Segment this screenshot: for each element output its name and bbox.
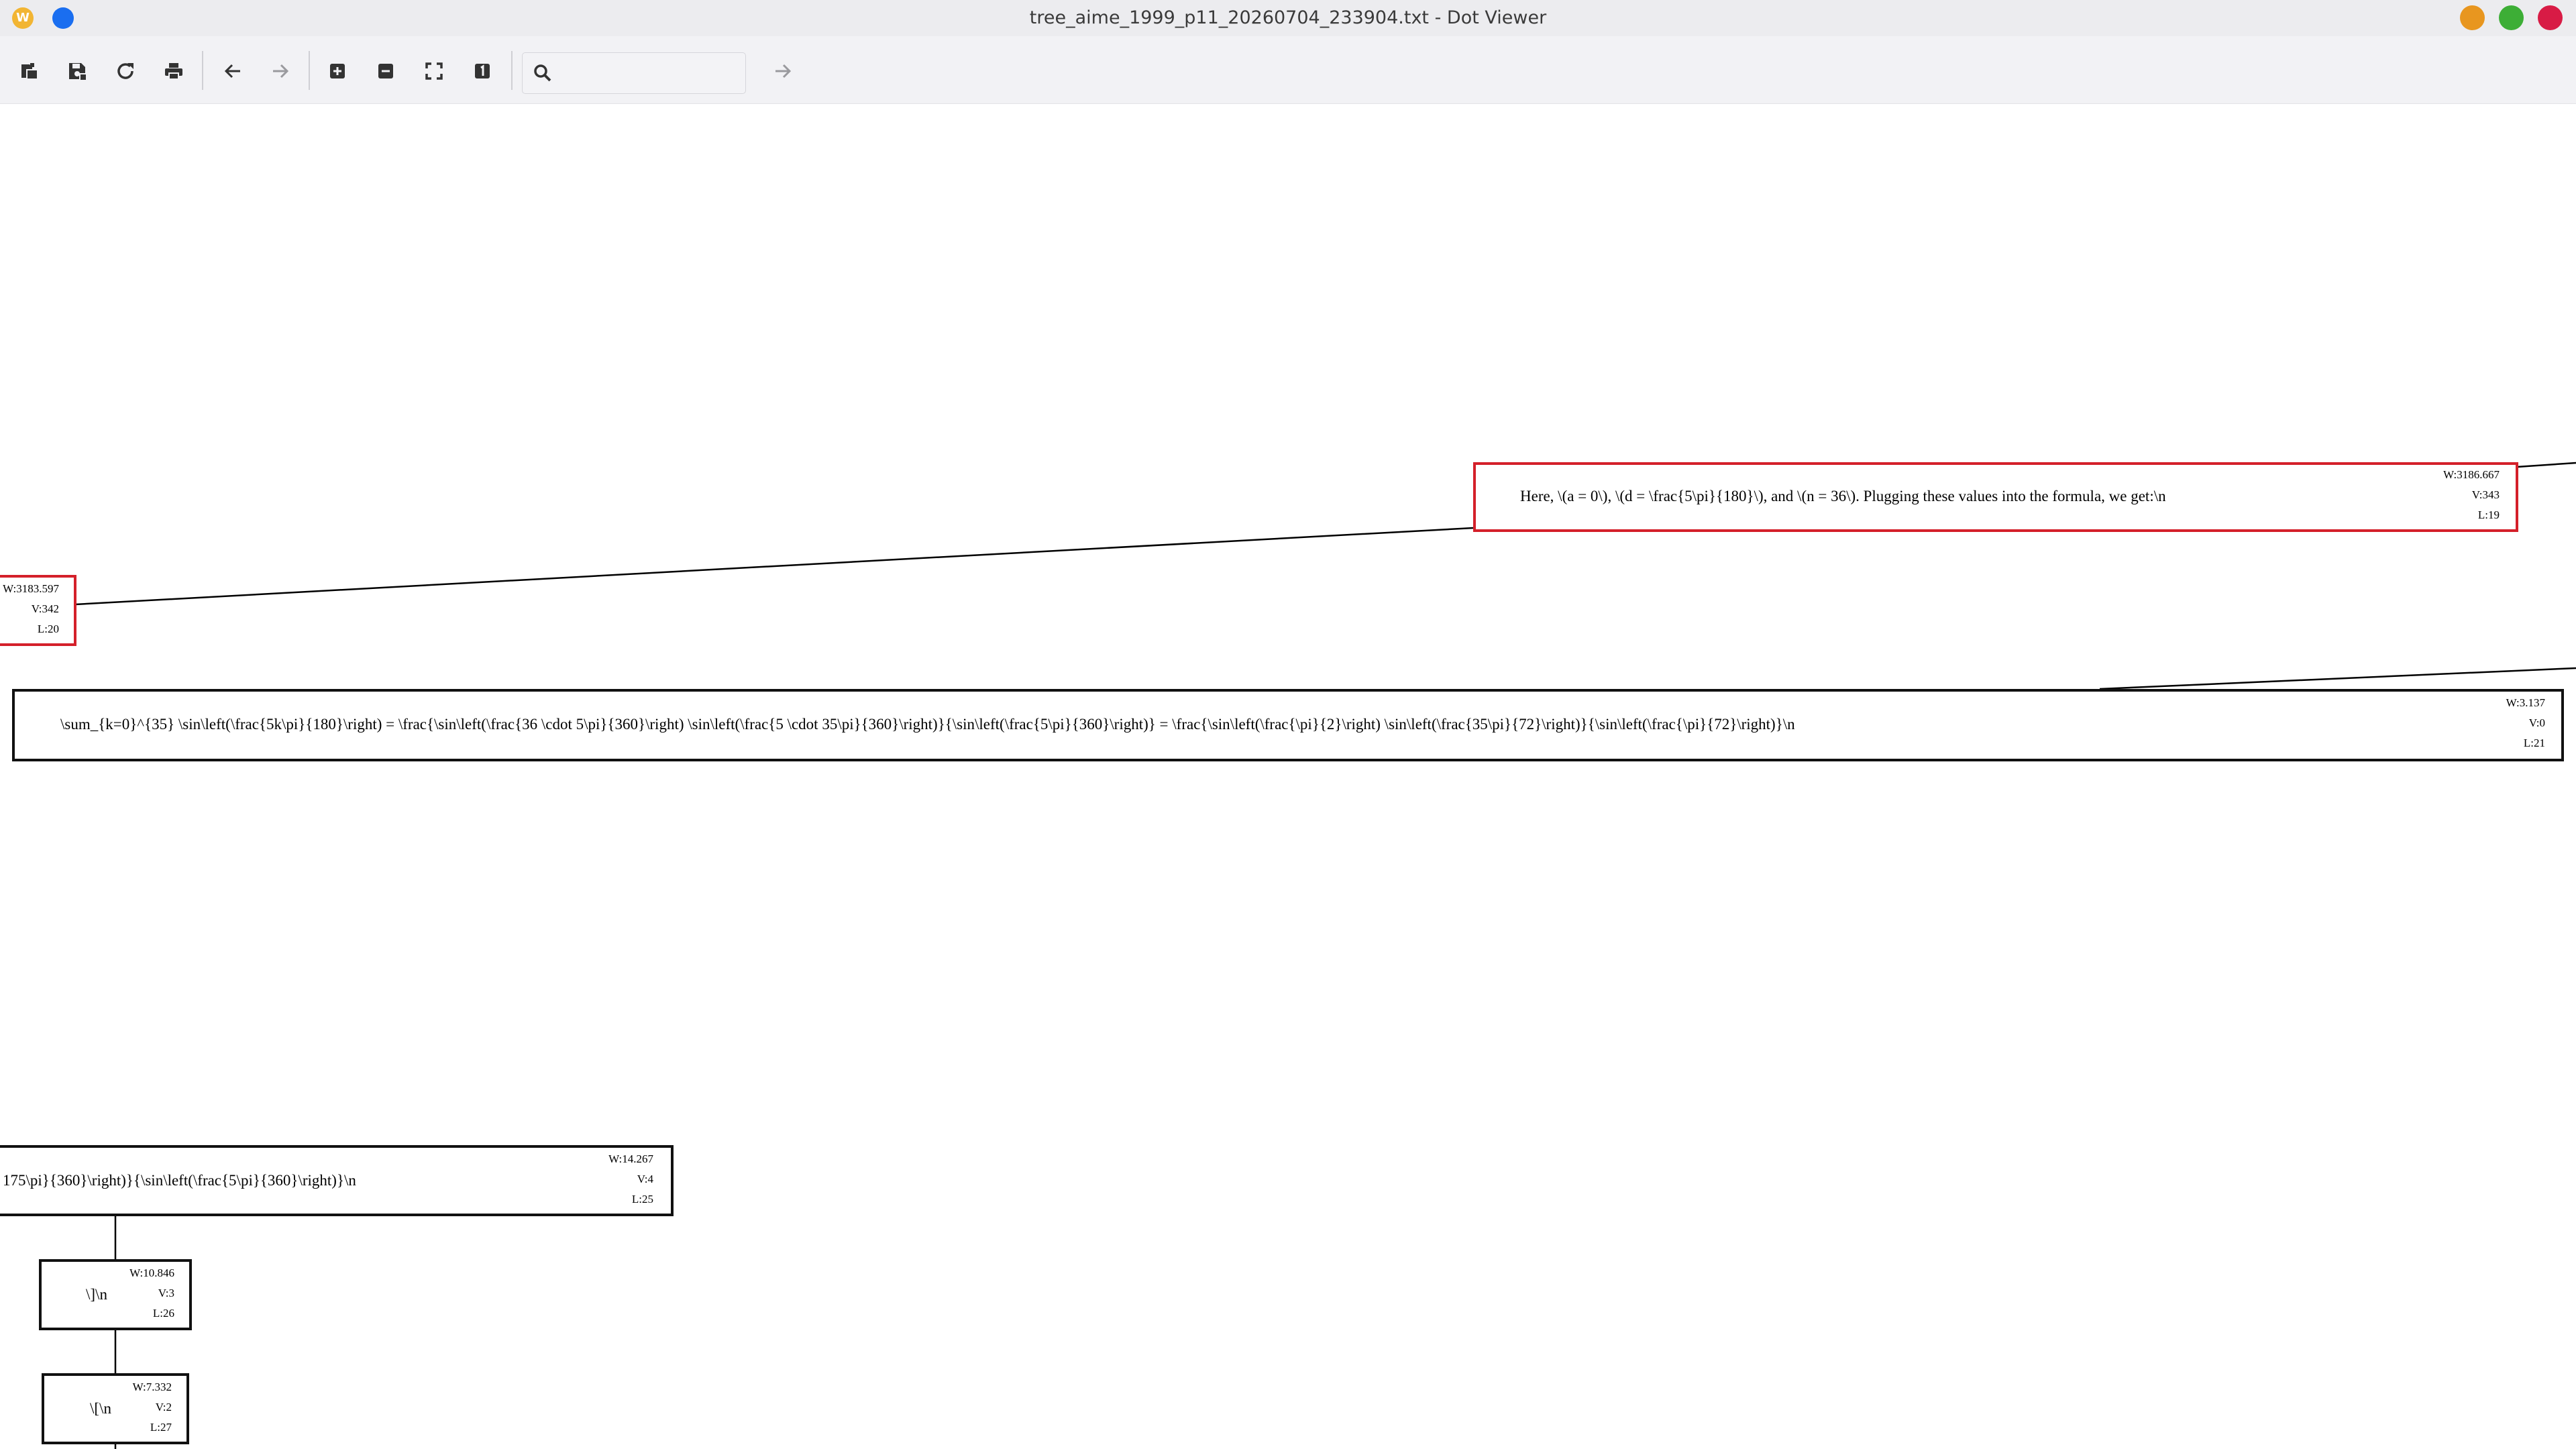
- graph-edge: [2099, 667, 2576, 690]
- node-weight: W:7.332: [132, 1381, 172, 1393]
- open-file-icon: [21, 63, 38, 80]
- graph-node[interactable]: W:3183.597 V:342 L:20: [0, 575, 76, 646]
- zoom-out-button[interactable]: [370, 56, 401, 87]
- print-icon: [165, 63, 182, 80]
- arrow-left-icon: [224, 64, 240, 78]
- node-level: L:25: [631, 1193, 653, 1205]
- node-level: L:26: [152, 1307, 174, 1320]
- node-visits: V:3: [158, 1287, 174, 1299]
- node-label: 175\pi}{360}\right)}{\sin\left(\frac{5\p…: [3, 1172, 356, 1189]
- app-logo-icon[interactable]: W: [12, 7, 34, 29]
- node-visits: V:343: [2471, 488, 2500, 501]
- graph-node[interactable]: 175\pi}{360}\right)}{\sin\left(\frac{5\p…: [0, 1145, 674, 1216]
- node-metrics: W:3183.597 V:342 L:20: [3, 579, 59, 639]
- toolbar-separator: [202, 51, 203, 90]
- arrow-right-icon: [775, 64, 792, 78]
- node-label: \[\n: [90, 1400, 111, 1417]
- find-next-button[interactable]: [767, 56, 798, 87]
- print-button[interactable]: [158, 56, 189, 87]
- toolbar-separator: [309, 51, 310, 90]
- node-weight: W:10.846: [129, 1267, 174, 1279]
- node-label: \]\n: [86, 1286, 107, 1303]
- zoom-in-button[interactable]: [322, 56, 353, 87]
- arrow-right-icon: [273, 64, 289, 78]
- graph-node[interactable]: \sum_{k=0}^{35} \sin\left(\frac{5k\pi}{1…: [12, 689, 2564, 761]
- node-metrics: W:3.137 V:0 L:21: [2506, 693, 2545, 753]
- actual-size-icon: [475, 64, 490, 78]
- graph-node[interactable]: \[\n W:7.332 V:2 L:27: [42, 1373, 189, 1444]
- toolbar: [0, 36, 2576, 104]
- zoom-fit-button[interactable]: [419, 56, 449, 87]
- graph-edge: [2516, 462, 2576, 468]
- node-visits: V:342: [31, 602, 59, 615]
- node-level: L:20: [37, 623, 59, 635]
- zoom-out-icon: [378, 64, 393, 78]
- node-level: L:19: [2477, 508, 2500, 521]
- search-field[interactable]: [522, 52, 746, 94]
- fit-to-window-icon: [425, 62, 443, 80]
- graph-canvas[interactable]: Here, \(a = 0\), \(d = \frac{5\pi}{180}\…: [0, 104, 2576, 1449]
- minimize-button[interactable]: [2460, 5, 2485, 30]
- search-icon: [534, 64, 551, 82]
- graph-node[interactable]: Here, \(a = 0\), \(d = \frac{5\pi}{180}\…: [1473, 462, 2518, 532]
- reload-icon: [117, 63, 133, 79]
- node-visits: V:2: [155, 1401, 172, 1413]
- back-button[interactable]: [217, 56, 248, 87]
- title-bar: tree_aime_1999_p11_20260704_233904.txt -…: [0, 0, 2576, 36]
- close-button[interactable]: [2538, 5, 2563, 30]
- forward-button[interactable]: [265, 56, 296, 87]
- node-metrics: W:3186.667 V:343 L:19: [2443, 465, 2500, 525]
- node-weight: W:3186.667: [2443, 468, 2500, 481]
- node-level: L:21: [2523, 737, 2545, 749]
- node-weight: W:3.137: [2506, 696, 2545, 709]
- app-menu-icon[interactable]: [52, 7, 74, 29]
- node-weight: W:3183.597: [3, 582, 59, 595]
- node-label: \sum_{k=0}^{35} \sin\left(\frac{5k\pi}{1…: [60, 716, 1795, 733]
- node-metrics: W:14.267 V:4 L:25: [608, 1149, 653, 1210]
- save-button[interactable]: [62, 56, 93, 87]
- save-icon: [69, 63, 87, 81]
- window-title: tree_aime_1999_p11_20260704_233904.txt -…: [1029, 7, 1547, 28]
- graph-node[interactable]: \]\n W:10.846 V:3 L:26: [39, 1259, 192, 1330]
- search-input[interactable]: [561, 58, 739, 88]
- zoom-in-icon: [330, 64, 345, 78]
- zoom-100-button[interactable]: [467, 56, 498, 87]
- node-visits: V:0: [2528, 716, 2545, 729]
- toolbar-separator: [511, 51, 513, 90]
- node-label: Here, \(a = 0\), \(d = \frac{5\pi}{180}\…: [1520, 488, 2166, 504]
- node-metrics: W:10.846 V:3 L:26: [129, 1263, 174, 1324]
- graph-edge: [74, 527, 1474, 606]
- reload-button[interactable]: [110, 56, 141, 87]
- node-level: L:27: [150, 1421, 172, 1434]
- node-weight: W:14.267: [608, 1152, 653, 1165]
- maximize-button[interactable]: [2499, 5, 2524, 30]
- open-file-button[interactable]: [14, 56, 45, 87]
- node-visits: V:4: [637, 1173, 653, 1185]
- graph-edges: [74, 462, 2576, 1449]
- node-metrics: W:7.332 V:2 L:27: [133, 1377, 172, 1438]
